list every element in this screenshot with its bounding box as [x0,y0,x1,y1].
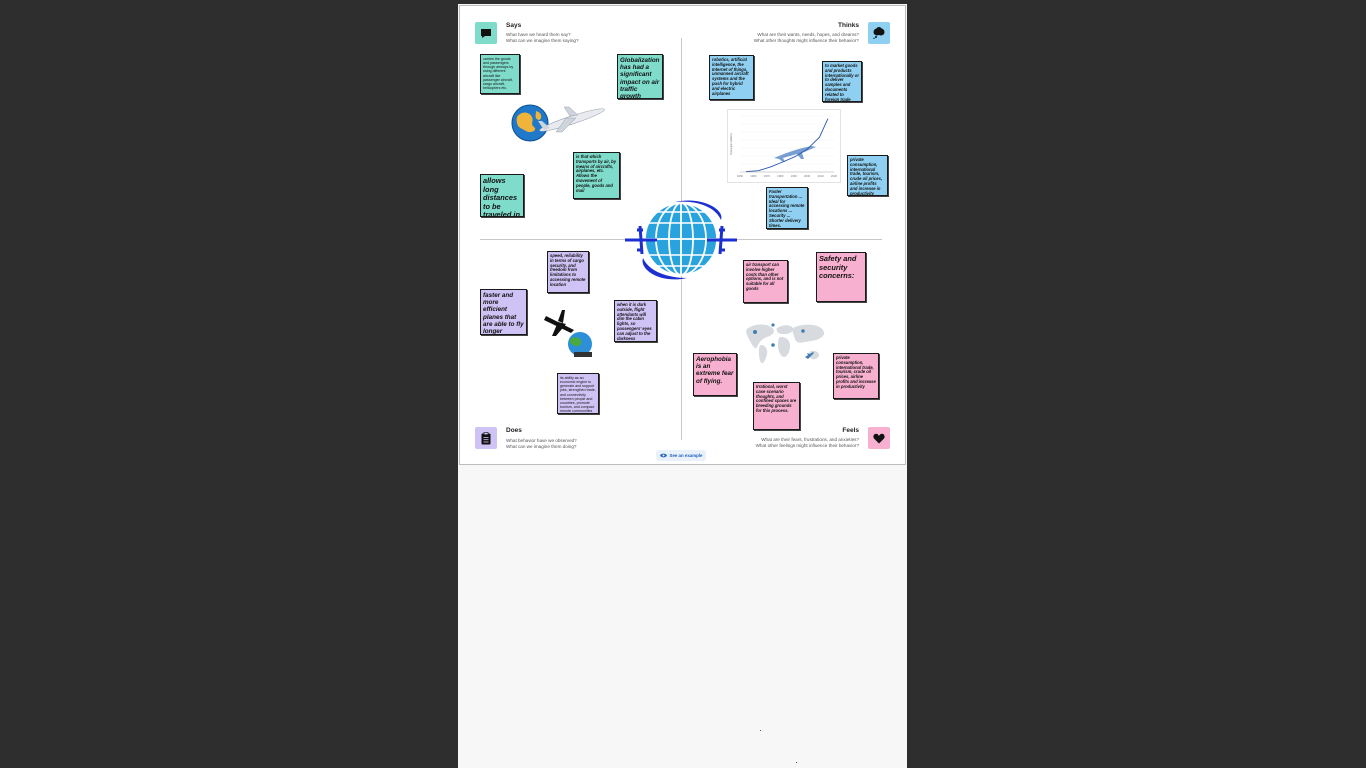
thinks-title: Thinks [838,22,859,29]
sticky-note[interactable]: faster and more efficient planes that ar… [480,289,527,335]
eye-icon [659,453,667,459]
see-an-example-label: See an example [669,453,703,458]
chart-x-tick-label: 2010 [817,174,824,178]
plane-globe-image [544,308,600,360]
sticky-note[interactable]: its ability as an economic engine to gen… [557,373,599,414]
chart-x-tick-label: 2020 [831,174,838,178]
sticky-note[interactable]: Faster transportation ... Ideal for acce… [766,187,808,229]
center-globe-logo [623,196,739,282]
sticky-note[interactable]: Irrational, worst case scenario thoughts… [753,382,800,430]
empathy-map-board: Says What have we heard them say? What c… [459,5,906,465]
feels-subtitle-2: What other feelings might influence thei… [755,443,859,448]
says-title: Says [506,22,522,29]
sticky-note[interactable]: allows long distances to be traveled in … [480,174,524,217]
airplane-silhouette [774,146,816,162]
sticky-note[interactable]: carries the goods and passengers through… [480,54,520,94]
thought-cloud-icon [868,22,890,44]
page-speck [760,730,761,731]
sticky-note[interactable]: air transport can involve higher costs t… [743,260,788,303]
passenger-growth-chart: Passengers (billions) 1950 1960 1970 1980 199… [727,109,841,183]
clipboard-icon [475,427,497,449]
chart-x-tick-label: 1960 [750,174,757,178]
does-title: Does [506,427,522,434]
thinks-subtitle-2: What other thoughts might influence thei… [753,38,859,43]
does-subtitle-2: What can we imagine them doing? [506,444,577,449]
sticky-note[interactable]: private consumption, international trade… [847,155,888,196]
see-an-example-button[interactable]: See an example [656,450,706,461]
globe-airplane-image [508,98,608,146]
sticky-note[interactable]: private consumption, international trade… [833,353,879,399]
speech-bubble-icon [475,22,497,44]
sticky-note[interactable]: when it is dark outside, flight attendan… [614,300,657,342]
feels-title: Feels [842,427,859,434]
chart-y-axis-title: Passengers (billions) [730,133,733,155]
sticky-note[interactable]: Safety and security concerns: [816,252,866,302]
sticky-note[interactable]: Globalization has had a significant impa… [617,54,663,99]
chart-x-tick-label: 2000 [804,174,811,178]
chart-series-line [746,118,829,173]
sticky-note[interactable]: to market goods and products internation… [822,61,862,102]
sticky-note[interactable]: robotics, artificial intelligence, the I… [709,55,754,100]
page-speck [796,762,797,763]
sticky-note[interactable]: speed, reliability in terms of cargo sec… [547,251,589,293]
sticky-note[interactable]: is that which transports by air, by mean… [573,152,620,199]
world-map-image [743,319,827,367]
chart-x-tick-label: 1980 [777,174,784,178]
chart-x-tick-label: 1950 [737,174,744,178]
heart-icon [868,427,890,449]
says-subtitle-2: What can we imagine them saying? [506,38,579,43]
chart-x-tick-label: 1970 [764,174,771,178]
chart-x-tick-label: 1990 [791,174,798,178]
sticky-note[interactable]: Aerophobia is an extreme fear of flying. [693,353,737,396]
